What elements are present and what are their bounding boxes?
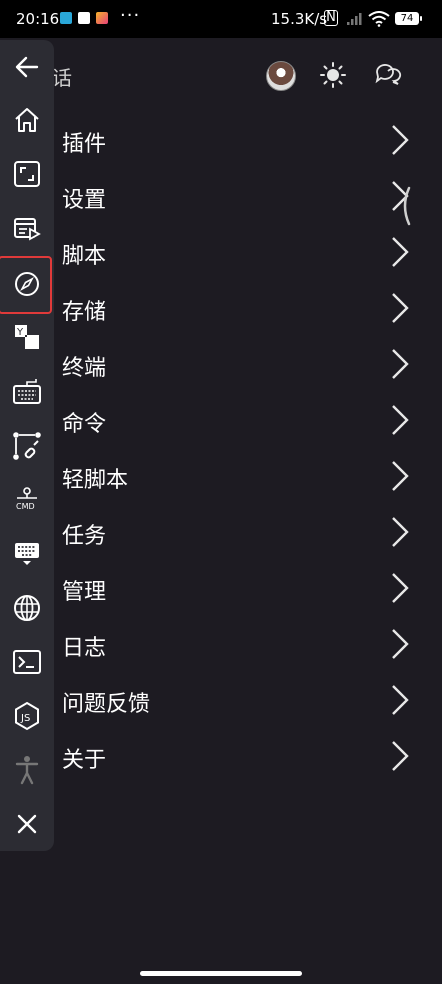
node-link-button[interactable] [0,422,54,470]
menu-item-label: 管理 [62,580,107,605]
home-button[interactable] [0,96,54,144]
gesture-home-bar[interactable] [140,971,302,976]
translate-label: Y [16,327,24,338]
close-button[interactable] [0,800,54,848]
fullscreen-button[interactable] [0,150,54,198]
chevron-right-icon [392,517,409,547]
cmd-button[interactable]: CMD [0,476,54,524]
chevron-right-icon [392,293,409,323]
close-icon [17,814,37,834]
nodejs-icon: JS [15,701,39,731]
menu-item-feedback[interactable]: 问题反馈 [0,672,442,728]
compass-icon [15,272,39,296]
accessibility-button[interactable] [0,746,54,794]
chat-icon[interactable] [374,62,402,88]
terminal-button[interactable] [0,638,54,686]
cmd-label: CMD [16,502,35,511]
signal-icon [347,13,362,25]
battery-indicator: 74 [395,12,422,25]
floating-toolbar: Y CMD JS [0,40,54,851]
keyboard-icon [13,379,41,404]
translate-button[interactable]: Y [0,313,54,361]
hide-keyboard-button[interactable] [0,530,54,578]
nodejs-button[interactable]: JS [0,692,54,740]
menu-item-label: 设置 [62,188,107,213]
menu-item-terminal[interactable]: 终端 [0,336,442,392]
nodejs-label: JS [20,713,30,724]
menu-item-label: 轻脚本 [62,468,129,493]
link-nodes-icon [13,432,41,460]
chevron-right-icon [392,461,409,491]
menu-item-label: 终端 [62,356,107,381]
compass-button[interactable] [0,256,54,314]
chevron-right-icon [392,405,409,435]
accessibility-icon [15,756,39,785]
media-list-icon [14,218,41,241]
home-icon [15,108,39,132]
menu-item-label: 问题反馈 [62,692,151,717]
menu-item-label: 日志 [62,636,107,661]
scroll-handle[interactable] [398,186,412,226]
keyboard-hide-icon [15,543,39,565]
app-notification-icon [60,12,72,24]
cmd-icon: CMD [16,487,37,511]
back-arrow-icon [15,56,39,78]
chevron-right-icon [392,629,409,659]
menu-item-label: 脚本 [62,244,107,269]
menu-item-logs[interactable]: 日志 [0,616,442,672]
chevron-right-icon [392,237,409,267]
menu-item-label: 存储 [62,300,107,325]
app-notification-icon [96,12,108,24]
chevron-right-icon [392,349,409,379]
status-bar: 20:16 ··· 15.3K/s N 74 [0,0,442,38]
menu-item-light-scripts[interactable]: 轻脚本 [0,448,442,504]
chevron-right-icon [392,125,409,155]
fullscreen-icon [14,161,40,187]
nfc-icon: N [324,10,338,26]
wifi-icon [368,11,390,27]
sun-icon[interactable] [320,62,346,88]
menu-item-label: 命令 [62,412,107,437]
menu-item-label: 关于 [62,748,107,773]
back-button[interactable] [0,43,54,91]
keyboard-button[interactable] [0,368,54,416]
avatar[interactable] [266,61,296,91]
menu-item-plugins[interactable]: 插件 [0,112,442,168]
menu-item-commands[interactable]: 命令 [0,392,442,448]
globe-icon [14,595,40,621]
menu-item-about[interactable]: 关于 [0,728,442,784]
globe-button[interactable] [0,584,54,632]
notification-icons [60,12,108,24]
page-title-partial: 话 [52,66,72,90]
network-speed: 15.3K/s [271,10,328,28]
media-list-button[interactable] [0,205,54,253]
terminal-icon [13,650,41,674]
more-notifications-indicator: ··· [120,5,141,26]
app-notification-icon [78,12,90,24]
menu-item-storage[interactable]: 存储 [0,280,442,336]
chevron-right-icon [392,685,409,715]
menu-item-label: 任务 [62,524,107,549]
menu-item-manage[interactable]: 管理 [0,560,442,616]
status-time: 20:16 [16,10,60,28]
chevron-right-icon [392,741,409,771]
menu-item-label: 插件 [62,132,107,157]
translate-icon: Y [15,325,39,349]
menu-item-settings[interactable]: 设置 [0,168,442,224]
menu-item-scripts[interactable]: 脚本 [0,224,442,280]
menu-item-tasks[interactable]: 任务 [0,504,442,560]
chevron-right-icon [392,573,409,603]
